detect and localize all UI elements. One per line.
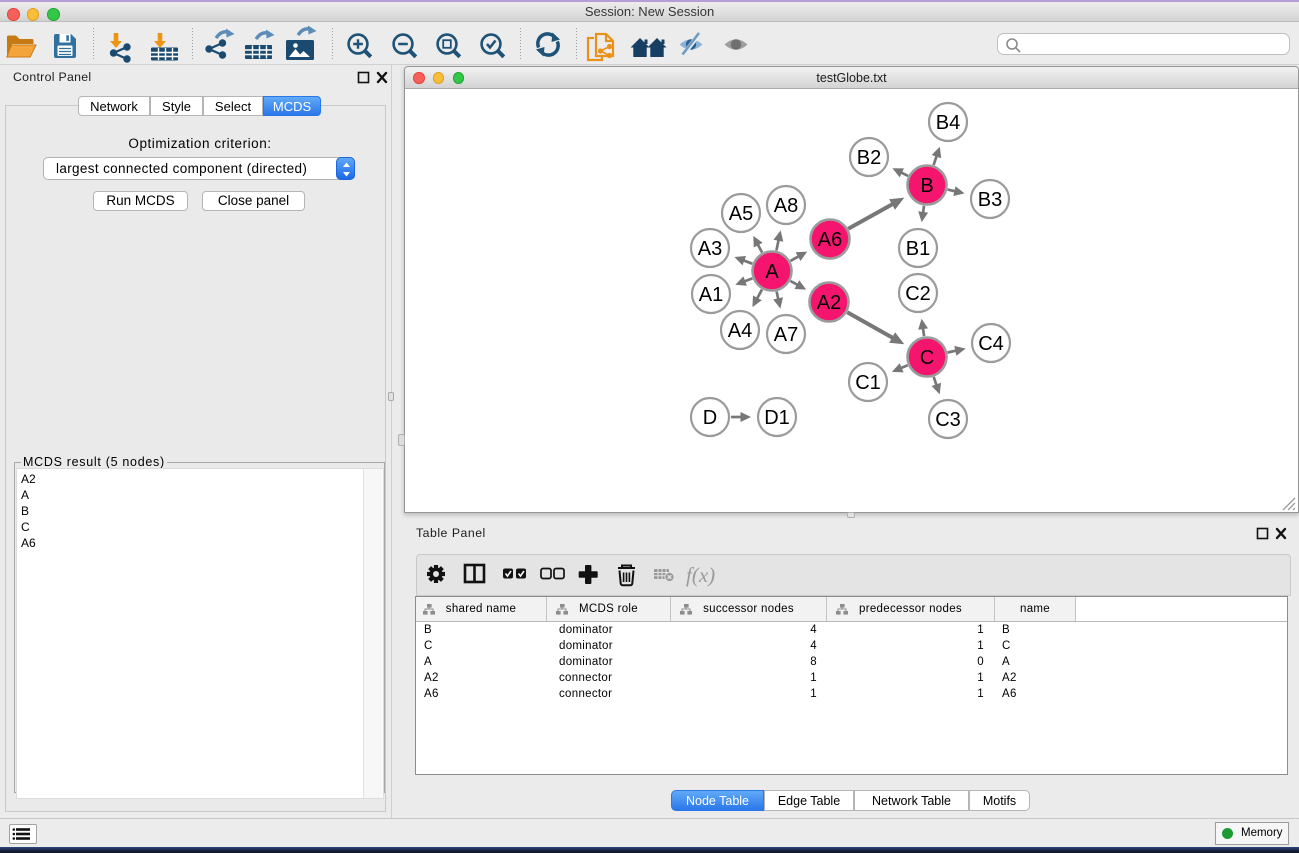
svg-text:C4: C4	[978, 333, 1004, 355]
svg-text:B2: B2	[857, 147, 881, 169]
svg-text:A1: A1	[699, 284, 723, 306]
svg-text:A3: A3	[698, 238, 722, 260]
svg-text:C: C	[920, 347, 934, 369]
svg-text:A4: A4	[728, 320, 752, 342]
svg-text:A7: A7	[774, 324, 798, 346]
svg-text:A6: A6	[818, 229, 842, 251]
svg-text:B: B	[920, 175, 933, 197]
svg-text:B4: B4	[936, 112, 960, 134]
svg-text:A5: A5	[729, 203, 753, 225]
svg-text:B3: B3	[978, 189, 1002, 211]
svg-text:A: A	[765, 261, 779, 283]
svg-text:A2: A2	[817, 292, 841, 314]
svg-text:B1: B1	[906, 238, 930, 260]
svg-text:D: D	[703, 407, 717, 429]
svg-text:D1: D1	[764, 407, 790, 429]
svg-text:f(x): f(x)	[686, 563, 715, 587]
svg-text:C1: C1	[855, 372, 881, 394]
svg-text:C3: C3	[935, 409, 961, 431]
svg-text:A8: A8	[774, 195, 798, 217]
svg-text:C2: C2	[905, 283, 931, 305]
